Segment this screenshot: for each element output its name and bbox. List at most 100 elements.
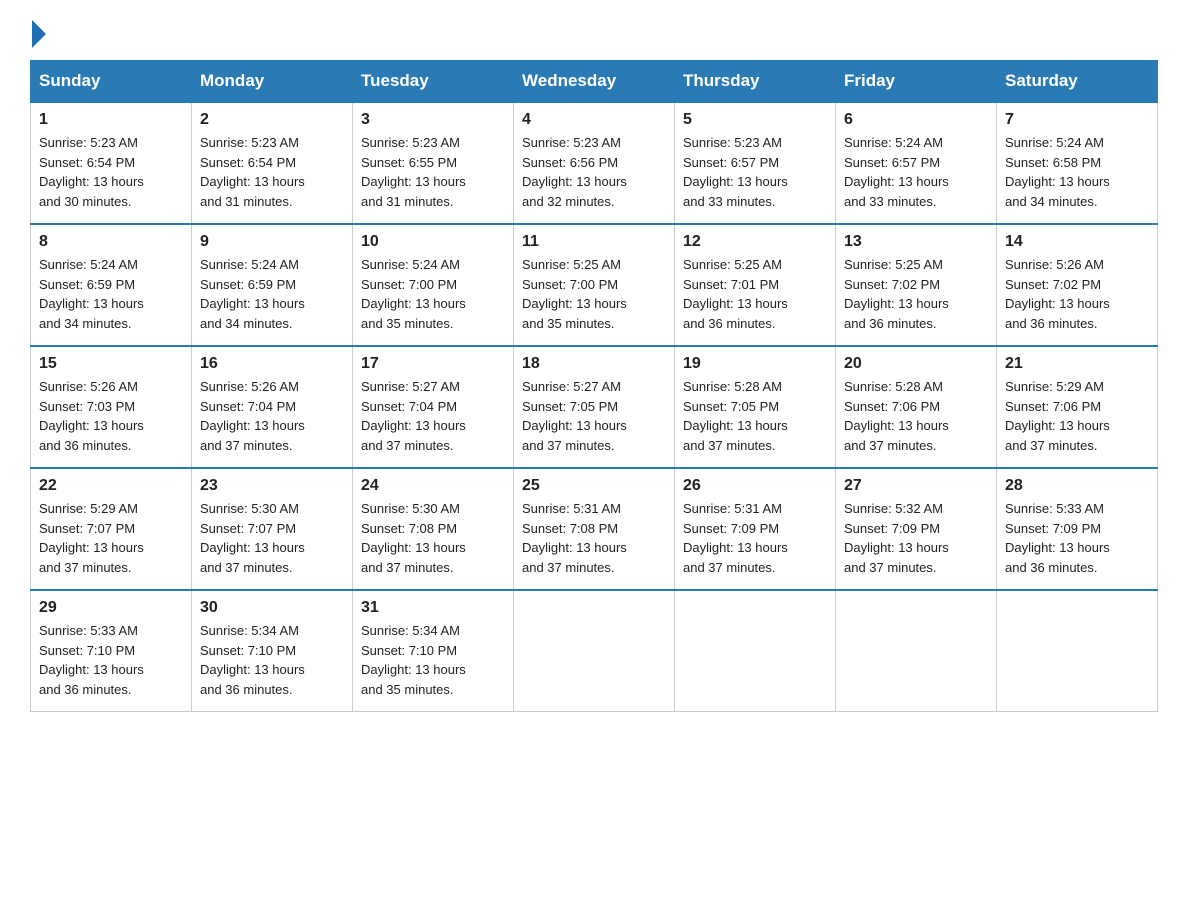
calendar-cell: 24 Sunrise: 5:30 AMSunset: 7:08 PMDaylig… [353,468,514,590]
day-number: 17 [361,355,505,373]
calendar-cell: 29 Sunrise: 5:33 AMSunset: 7:10 PMDaylig… [31,590,192,712]
calendar-cell: 27 Sunrise: 5:32 AMSunset: 7:09 PMDaylig… [836,468,997,590]
day-number: 15 [39,355,183,373]
calendar-cell [836,590,997,712]
calendar-week-row: 1 Sunrise: 5:23 AMSunset: 6:54 PMDayligh… [31,102,1158,224]
calendar-cell: 10 Sunrise: 5:24 AMSunset: 7:00 PMDaylig… [353,224,514,346]
day-info: Sunrise: 5:24 AMSunset: 6:59 PMDaylight:… [200,257,305,331]
day-info: Sunrise: 5:28 AMSunset: 7:05 PMDaylight:… [683,379,788,453]
day-number: 11 [522,233,666,251]
calendar-cell: 6 Sunrise: 5:24 AMSunset: 6:57 PMDayligh… [836,102,997,224]
day-number: 23 [200,477,344,495]
calendar-cell: 21 Sunrise: 5:29 AMSunset: 7:06 PMDaylig… [997,346,1158,468]
day-number: 22 [39,477,183,495]
day-info: Sunrise: 5:30 AMSunset: 7:08 PMDaylight:… [361,501,466,575]
day-info: Sunrise: 5:24 AMSunset: 7:00 PMDaylight:… [361,257,466,331]
day-number: 13 [844,233,988,251]
day-info: Sunrise: 5:27 AMSunset: 7:05 PMDaylight:… [522,379,627,453]
header-wednesday: Wednesday [514,61,675,103]
calendar-cell [997,590,1158,712]
calendar-cell: 1 Sunrise: 5:23 AMSunset: 6:54 PMDayligh… [31,102,192,224]
day-number: 6 [844,111,988,129]
header-sunday: Sunday [31,61,192,103]
day-number: 24 [361,477,505,495]
day-info: Sunrise: 5:28 AMSunset: 7:06 PMDaylight:… [844,379,949,453]
calendar-cell: 19 Sunrise: 5:28 AMSunset: 7:05 PMDaylig… [675,346,836,468]
logo-arrow-icon [32,20,46,48]
logo-text [30,20,48,48]
calendar-cell: 5 Sunrise: 5:23 AMSunset: 6:57 PMDayligh… [675,102,836,224]
day-info: Sunrise: 5:33 AMSunset: 7:09 PMDaylight:… [1005,501,1110,575]
calendar-cell: 26 Sunrise: 5:31 AMSunset: 7:09 PMDaylig… [675,468,836,590]
header-saturday: Saturday [997,61,1158,103]
day-number: 2 [200,111,344,129]
calendar-cell: 20 Sunrise: 5:28 AMSunset: 7:06 PMDaylig… [836,346,997,468]
header-thursday: Thursday [675,61,836,103]
header-tuesday: Tuesday [353,61,514,103]
day-number: 4 [522,111,666,129]
day-number: 16 [200,355,344,373]
calendar-cell: 4 Sunrise: 5:23 AMSunset: 6:56 PMDayligh… [514,102,675,224]
calendar-cell [675,590,836,712]
day-info: Sunrise: 5:31 AMSunset: 7:09 PMDaylight:… [683,501,788,575]
day-number: 19 [683,355,827,373]
page-header [30,20,1158,42]
day-info: Sunrise: 5:31 AMSunset: 7:08 PMDaylight:… [522,501,627,575]
logo [30,20,48,42]
day-info: Sunrise: 5:26 AMSunset: 7:03 PMDaylight:… [39,379,144,453]
day-number: 5 [683,111,827,129]
calendar-cell: 11 Sunrise: 5:25 AMSunset: 7:00 PMDaylig… [514,224,675,346]
calendar-cell: 3 Sunrise: 5:23 AMSunset: 6:55 PMDayligh… [353,102,514,224]
day-info: Sunrise: 5:24 AMSunset: 6:58 PMDaylight:… [1005,135,1110,209]
calendar-cell: 8 Sunrise: 5:24 AMSunset: 6:59 PMDayligh… [31,224,192,346]
day-info: Sunrise: 5:29 AMSunset: 7:07 PMDaylight:… [39,501,144,575]
calendar-cell: 22 Sunrise: 5:29 AMSunset: 7:07 PMDaylig… [31,468,192,590]
day-number: 20 [844,355,988,373]
day-number: 29 [39,599,183,617]
day-number: 28 [1005,477,1149,495]
day-info: Sunrise: 5:26 AMSunset: 7:02 PMDaylight:… [1005,257,1110,331]
day-info: Sunrise: 5:29 AMSunset: 7:06 PMDaylight:… [1005,379,1110,453]
calendar-cell: 2 Sunrise: 5:23 AMSunset: 6:54 PMDayligh… [192,102,353,224]
day-info: Sunrise: 5:30 AMSunset: 7:07 PMDaylight:… [200,501,305,575]
calendar-week-row: 29 Sunrise: 5:33 AMSunset: 7:10 PMDaylig… [31,590,1158,712]
header-friday: Friday [836,61,997,103]
header-monday: Monday [192,61,353,103]
day-info: Sunrise: 5:23 AMSunset: 6:56 PMDaylight:… [522,135,627,209]
calendar-cell [514,590,675,712]
day-info: Sunrise: 5:23 AMSunset: 6:55 PMDaylight:… [361,135,466,209]
day-number: 1 [39,111,183,129]
day-number: 9 [200,233,344,251]
day-number: 31 [361,599,505,617]
calendar-cell: 28 Sunrise: 5:33 AMSunset: 7:09 PMDaylig… [997,468,1158,590]
day-info: Sunrise: 5:33 AMSunset: 7:10 PMDaylight:… [39,623,144,697]
calendar-cell: 31 Sunrise: 5:34 AMSunset: 7:10 PMDaylig… [353,590,514,712]
day-info: Sunrise: 5:24 AMSunset: 6:59 PMDaylight:… [39,257,144,331]
day-number: 7 [1005,111,1149,129]
calendar-cell: 7 Sunrise: 5:24 AMSunset: 6:58 PMDayligh… [997,102,1158,224]
calendar-cell: 16 Sunrise: 5:26 AMSunset: 7:04 PMDaylig… [192,346,353,468]
calendar-cell: 17 Sunrise: 5:27 AMSunset: 7:04 PMDaylig… [353,346,514,468]
day-info: Sunrise: 5:23 AMSunset: 6:57 PMDaylight:… [683,135,788,209]
calendar-week-row: 15 Sunrise: 5:26 AMSunset: 7:03 PMDaylig… [31,346,1158,468]
calendar-cell: 9 Sunrise: 5:24 AMSunset: 6:59 PMDayligh… [192,224,353,346]
day-number: 21 [1005,355,1149,373]
day-number: 18 [522,355,666,373]
day-info: Sunrise: 5:32 AMSunset: 7:09 PMDaylight:… [844,501,949,575]
calendar-cell: 15 Sunrise: 5:26 AMSunset: 7:03 PMDaylig… [31,346,192,468]
day-info: Sunrise: 5:23 AMSunset: 6:54 PMDaylight:… [200,135,305,209]
calendar-cell: 23 Sunrise: 5:30 AMSunset: 7:07 PMDaylig… [192,468,353,590]
day-info: Sunrise: 5:27 AMSunset: 7:04 PMDaylight:… [361,379,466,453]
calendar-cell: 18 Sunrise: 5:27 AMSunset: 7:05 PMDaylig… [514,346,675,468]
calendar-cell: 12 Sunrise: 5:25 AMSunset: 7:01 PMDaylig… [675,224,836,346]
day-number: 12 [683,233,827,251]
calendar-cell: 14 Sunrise: 5:26 AMSunset: 7:02 PMDaylig… [997,224,1158,346]
calendar-week-row: 22 Sunrise: 5:29 AMSunset: 7:07 PMDaylig… [31,468,1158,590]
calendar-table: SundayMondayTuesdayWednesdayThursdayFrid… [30,60,1158,712]
day-number: 8 [39,233,183,251]
calendar-header-row: SundayMondayTuesdayWednesdayThursdayFrid… [31,61,1158,103]
day-number: 27 [844,477,988,495]
day-info: Sunrise: 5:26 AMSunset: 7:04 PMDaylight:… [200,379,305,453]
day-info: Sunrise: 5:23 AMSunset: 6:54 PMDaylight:… [39,135,144,209]
day-info: Sunrise: 5:34 AMSunset: 7:10 PMDaylight:… [361,623,466,697]
